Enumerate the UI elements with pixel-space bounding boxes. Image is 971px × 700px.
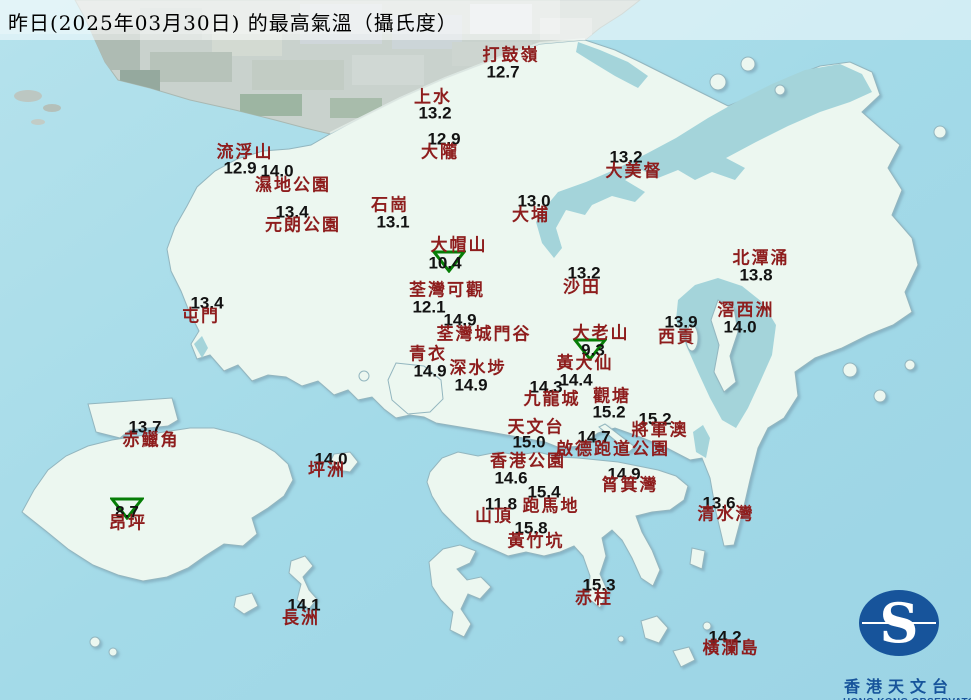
station-name: 橫瀾島 <box>702 638 760 659</box>
station-name: 黃大仙 <box>556 353 614 374</box>
station-name: 黃竹坑 <box>507 531 565 552</box>
station-value: 12.7 <box>486 62 520 82</box>
station-name: 青衣 <box>409 344 447 365</box>
station-name: 昂坪 <box>109 513 147 534</box>
stations-layer: 12.7 打鼓嶺 13.2 上水 12.9 大隴 12.9 流浮山 14.0 濕地公園 13.2 大美… <box>0 0 971 700</box>
station-name: 觀塘 <box>593 386 631 407</box>
station-name: 濕地公園 <box>255 175 331 196</box>
station-value: 10.4 <box>428 253 462 273</box>
station-name: 大隴 <box>421 142 459 163</box>
station-name: 山頂 <box>475 506 513 527</box>
station-name: 荃灣城門谷 <box>436 324 532 345</box>
hko-logo: S 香港天文台 HONG KONG OBSERVATORY <box>843 582 971 700</box>
station-name: 天文台 <box>507 417 565 438</box>
station-value: 13.8 <box>739 265 773 285</box>
station-name: 石崗 <box>371 195 409 216</box>
station-value: 12.1 <box>412 297 446 317</box>
station-value: 14.4 <box>559 370 593 390</box>
station-name: 跑馬地 <box>522 496 580 517</box>
station-value: 14.0 <box>723 317 757 337</box>
station-name: 大美督 <box>605 161 663 182</box>
station-name: 長洲 <box>282 608 320 629</box>
station-name: 清水灣 <box>697 504 755 525</box>
hko-logo-text-cn: 香港天文台 <box>843 677 954 696</box>
station-value: 14.9 <box>413 361 447 381</box>
station-name: 大帽山 <box>430 235 488 256</box>
station-name: 西貢 <box>658 327 696 348</box>
station-name: 打鼓嶺 <box>482 45 540 66</box>
station-name: 沙田 <box>563 277 601 298</box>
station-name: 將軍澳 <box>631 420 689 441</box>
station-value: 13.1 <box>376 212 410 232</box>
station-name: 深水埗 <box>449 358 507 379</box>
station-value: 14.6 <box>494 468 528 488</box>
station-name: 啟德跑道公園 <box>556 439 670 460</box>
station-name: 大埔 <box>512 205 550 226</box>
station-name: 上水 <box>414 87 452 108</box>
map-title: 昨日(2025年03月30日) 的最高氣溫（攝氏度） <box>8 11 458 35</box>
station-name: 赤鱲角 <box>122 430 180 451</box>
station-name: 滘西洲 <box>717 300 775 321</box>
station-name: 流浮山 <box>216 142 274 163</box>
station-name: 大老山 <box>572 323 630 344</box>
station-name: 元朗公園 <box>265 215 341 236</box>
station-name: 北潭涌 <box>732 248 790 269</box>
station-name: 屯門 <box>182 306 220 327</box>
station-name: 赤柱 <box>575 588 613 609</box>
station-name: 香港公園 <box>490 451 566 472</box>
weather-map-page: 昨日(2025年03月30日) 的最高氣溫（攝氏度） 12.7 打鼓嶺 13.2 上水… <box>0 0 971 700</box>
svg-text:S: S <box>880 591 919 655</box>
station-value: 14.9 <box>454 375 488 395</box>
station-name: 九龍城 <box>523 389 581 410</box>
station-name: 筲箕灣 <box>601 475 659 496</box>
station-name: 荃灣可觀 <box>409 280 485 301</box>
hko-logo-icon: S <box>859 590 939 656</box>
station-name: 坪洲 <box>308 460 346 481</box>
